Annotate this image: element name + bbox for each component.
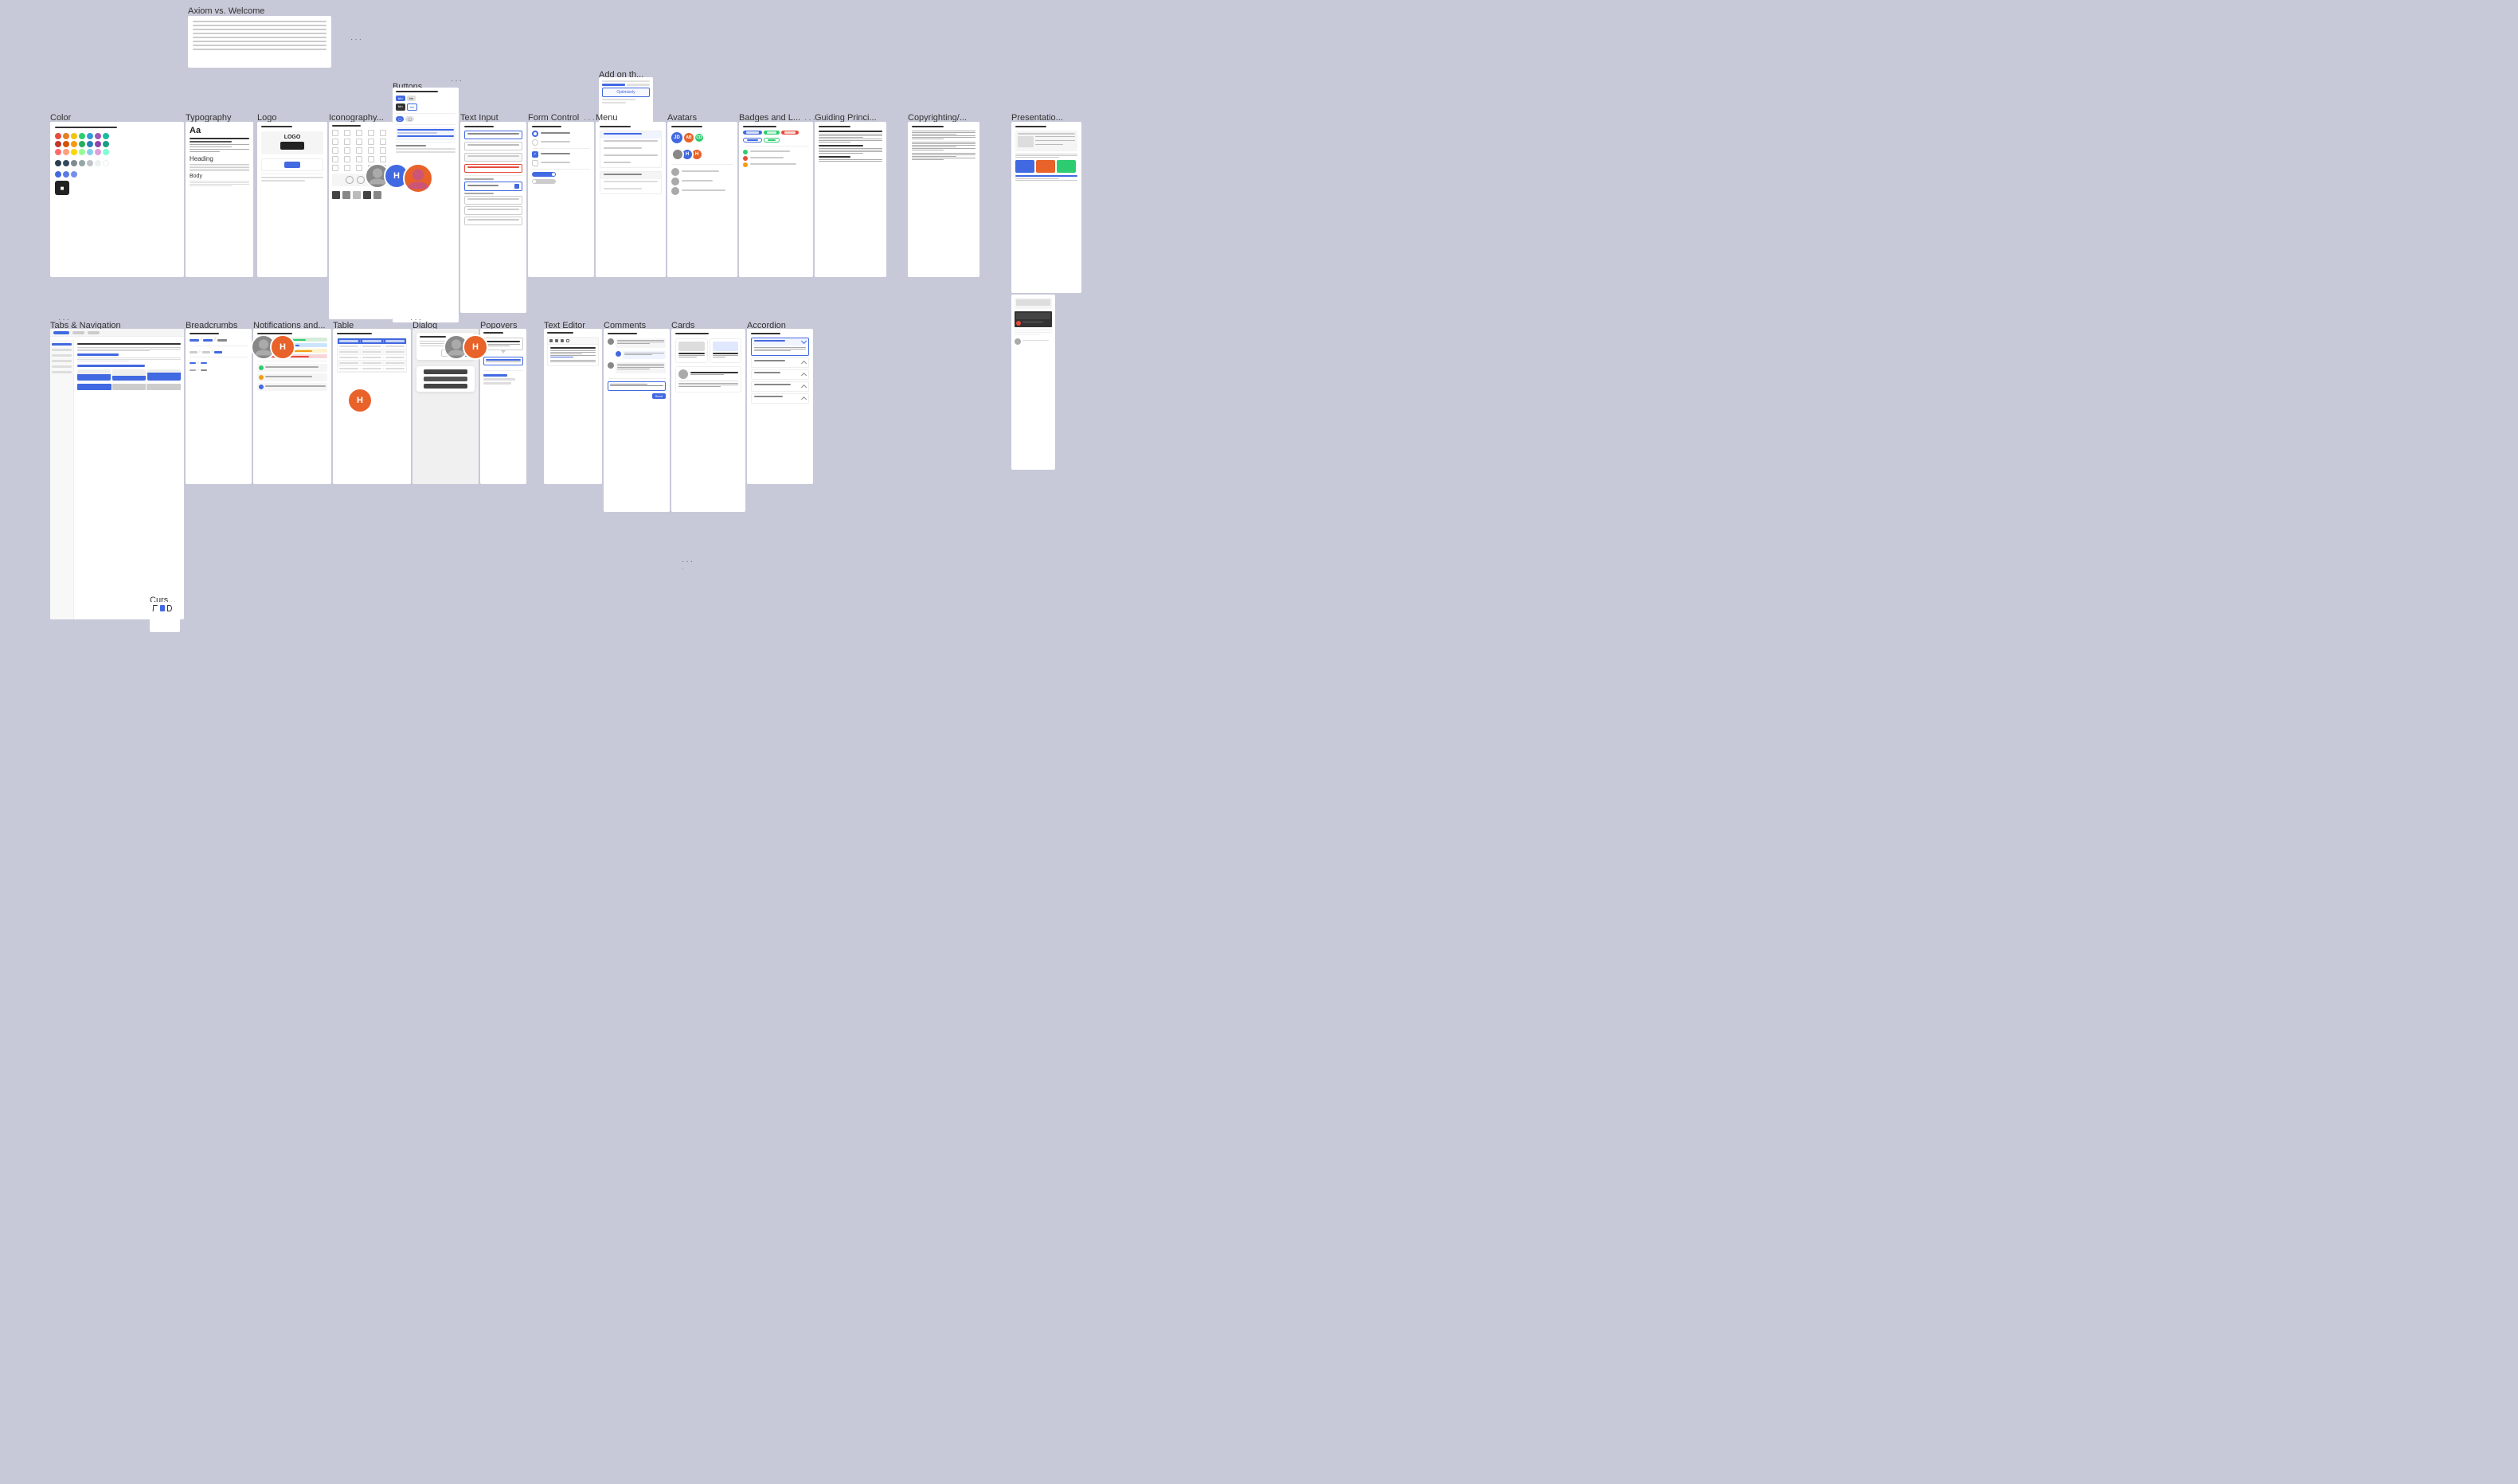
- badges-frame[interactable]: [739, 122, 813, 277]
- avatar-group-1: H: [365, 163, 433, 193]
- text-editor-frame[interactable]: [544, 329, 602, 484]
- avatar-orange-2: H: [270, 334, 295, 360]
- axiom-dots[interactable]: ···: [350, 35, 363, 44]
- cards-frame[interactable]: [671, 329, 745, 512]
- color-frame[interactable]: ■: [50, 122, 184, 277]
- avatars-frame[interactable]: JD AB CD H H: [667, 122, 737, 277]
- text-input-frame[interactable]: [460, 122, 526, 313]
- cursors-frame[interactable]: [150, 602, 180, 632]
- dot-indicator: ·: [682, 565, 684, 572]
- avatar-group-4: H: [347, 388, 373, 413]
- axiom-frame[interactable]: [188, 16, 331, 68]
- buttons-dots[interactable]: ···: [451, 76, 463, 85]
- logo-frame[interactable]: LOGO: [257, 122, 327, 277]
- axiom-label: Axiom vs. Welcome: [188, 6, 264, 16]
- avatar-orange-4: H: [347, 388, 373, 413]
- presentation-frame[interactable]: [1011, 122, 1081, 293]
- avatar-orange-3: H: [463, 334, 488, 360]
- guiding-frame[interactable]: [815, 122, 886, 277]
- menu-frame[interactable]: [596, 122, 666, 277]
- avatar-orange-1: [403, 163, 433, 193]
- typography-frame[interactable]: Aa Heading Body: [186, 122, 253, 277]
- avatar-group-3: H: [444, 334, 488, 360]
- accordion-frame[interactable]: [747, 329, 813, 484]
- tabs-nav-frame[interactable]: [50, 329, 184, 619]
- form-control-frame[interactable]: ✓: [528, 122, 594, 277]
- breadcrumbs-frame[interactable]: / / › › ›: [186, 329, 252, 484]
- design-canvas: Axiom vs. Welcome ··· Add on th... Optim…: [0, 0, 2518, 1484]
- copyrighting-frame[interactable]: [908, 122, 979, 277]
- iconography-frame[interactable]: [329, 122, 393, 319]
- presentation-tall-frame[interactable]: [1011, 295, 1055, 470]
- buttons-frame[interactable]: btn btn btn btn ◯ ◯: [393, 88, 459, 322]
- avatar-group-2: H: [251, 334, 295, 360]
- comments-frame[interactable]: Send: [604, 329, 670, 512]
